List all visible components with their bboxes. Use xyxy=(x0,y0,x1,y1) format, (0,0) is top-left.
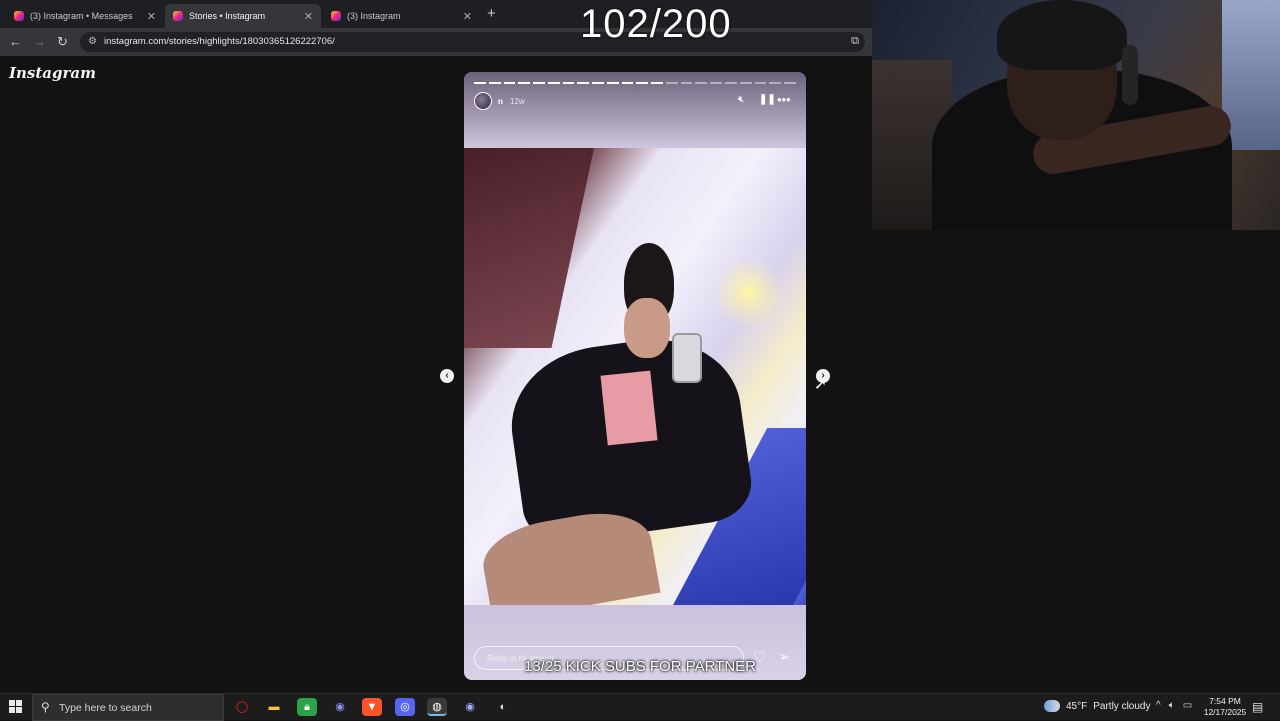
avatar[interactable] xyxy=(474,92,492,110)
progress-segment xyxy=(592,82,604,84)
progress-segment xyxy=(680,82,693,84)
progress-segment xyxy=(606,82,619,84)
photo-light-shape xyxy=(714,258,784,328)
story-username[interactable]: n xyxy=(498,97,503,106)
progress-segment xyxy=(547,82,560,84)
browser-tab-bar: (3) Instagram • Messages ✕ Stories • Ins… xyxy=(0,0,872,28)
more-options-icon[interactable]: ••• xyxy=(777,92,791,107)
progress-segment xyxy=(725,82,737,84)
photo-top-shape xyxy=(600,370,658,446)
close-tab-icon[interactable]: ✕ xyxy=(304,10,313,23)
brave-browser-icon[interactable]: ▼ xyxy=(362,698,382,716)
url-input[interactable]: ⚙ instagram.com/stories/highlights/18030… xyxy=(80,32,865,52)
progress-segment xyxy=(739,82,752,84)
pause-icon[interactable]: ❚❚ xyxy=(759,94,776,105)
search-icon: ⚲ xyxy=(41,700,50,714)
progress-segment xyxy=(636,82,649,84)
close-tab-icon[interactable]: ✕ xyxy=(463,10,472,23)
progress-segment xyxy=(621,82,634,84)
chevron-up-icon[interactable]: ^ xyxy=(1156,700,1161,711)
story-photo xyxy=(464,148,806,605)
site-info-icon[interactable]: ⚙ xyxy=(88,36,97,47)
notification-icon[interactable]: ▤ xyxy=(1252,700,1263,714)
install-app-icon[interactable]: ⧉ xyxy=(851,35,859,48)
instagram-logo[interactable]: Instagram xyxy=(9,64,96,82)
clock-date: 12/17/2025 xyxy=(1203,707,1247,717)
photo-door-shape xyxy=(464,148,594,348)
webcam-feed xyxy=(872,0,1280,230)
network-icon[interactable]: ▭ xyxy=(1183,700,1192,711)
progress-segment xyxy=(533,82,545,84)
story-timestamp: 12w xyxy=(510,97,525,106)
opera-browser-icon[interactable]: ◯ xyxy=(232,698,252,716)
discord-icon[interactable]: ◎ xyxy=(395,698,415,716)
photo-phone-shape xyxy=(672,333,702,383)
photo-legs-shape xyxy=(477,503,661,605)
progress-segment xyxy=(695,82,708,84)
stream-counter-overlay: 102/200 xyxy=(580,2,732,46)
close-tab-icon[interactable]: ✕ xyxy=(147,10,156,23)
weather-desc: Partly cloudy xyxy=(1093,700,1151,712)
progress-segment xyxy=(562,82,575,84)
tab-title: (3) Instagram • Messages xyxy=(30,11,133,21)
webcam-headset-shape xyxy=(1122,45,1138,105)
progress-segment xyxy=(488,82,501,84)
story-progress-bar xyxy=(474,82,796,84)
progress-segment xyxy=(754,82,767,84)
chrome-browser-icon[interactable]: ◍ xyxy=(427,698,447,716)
progress-segment xyxy=(503,82,516,84)
search-placeholder: Type here to search xyxy=(59,702,152,714)
photo-face-shape xyxy=(624,298,670,358)
file-explorer-icon[interactable]: ▬ xyxy=(264,698,284,716)
new-tab-plus-icon[interactable]: + xyxy=(487,5,496,22)
obs-studio-icon[interactable]: ◐ xyxy=(493,698,513,716)
story-viewer[interactable]: n 12w 🔇︎ ❚❚ ••• Reply to nii.amauri... ♡… xyxy=(464,72,806,680)
weather-widget[interactable]: 45°F Partly cloudy xyxy=(1044,700,1150,712)
progress-segment xyxy=(710,82,723,84)
reload-icon[interactable]: ↻ xyxy=(57,34,68,50)
app-icon[interactable]: ◉ xyxy=(330,698,350,716)
progress-segment xyxy=(665,82,678,84)
tab-stories-instagram[interactable]: Stories • Instagram ✕ xyxy=(165,4,321,28)
back-arrow-icon[interactable]: ← xyxy=(9,34,22,49)
progress-segment xyxy=(474,82,486,84)
tab-instagram-messages[interactable]: (3) Instagram • Messages ✕ xyxy=(6,4,164,28)
progress-segment xyxy=(784,82,796,84)
instagram-favicon-icon xyxy=(173,11,183,21)
forward-arrow-icon[interactable]: → xyxy=(33,34,46,49)
progress-segment xyxy=(769,82,782,84)
webcam-bonnet-shape xyxy=(997,0,1127,70)
lock-app-icon[interactable]: 🔒︎ xyxy=(297,698,317,716)
windows-start-icon[interactable] xyxy=(9,700,22,713)
url-text: instagram.com/stories/highlights/1803036… xyxy=(104,36,335,47)
send-icon[interactable]: ➢ xyxy=(779,649,790,665)
address-bar-row: ← → ↻ ⚙ instagram.com/stories/highlights… xyxy=(0,28,872,56)
windows-taskbar: ⚲ Type here to search ◯ ▬ 🔒︎ ◉ ▼ ◎ ◍ ◉ ◐… xyxy=(0,693,1280,721)
subs-goal-overlay: 13/25 KICK SUBS FOR PARTNER xyxy=(524,658,757,675)
taskbar-clock[interactable]: 7:54 PM 12/17/2025 xyxy=(1200,696,1250,718)
volume-icon[interactable]: 🔈︎ xyxy=(1169,700,1175,711)
app-icon[interactable]: ◉ xyxy=(460,698,480,716)
previous-story-button[interactable]: ‹ xyxy=(440,369,454,383)
tab-title: (3) Instagram xyxy=(347,11,401,21)
weather-temp: 45°F xyxy=(1066,700,1088,712)
progress-segment xyxy=(577,82,590,84)
system-tray: ^ 🔈︎ ▭ xyxy=(1156,700,1192,711)
partly-cloudy-icon xyxy=(1044,700,1060,712)
progress-segment xyxy=(518,82,531,84)
tab-instagram[interactable]: (3) Instagram ✕ xyxy=(323,4,480,28)
progress-segment xyxy=(651,82,663,84)
instagram-favicon-icon xyxy=(331,11,341,21)
taskbar-search-input[interactable]: ⚲ Type here to search xyxy=(32,694,224,721)
mouse-cursor-icon: ➚ xyxy=(814,376,828,393)
instagram-favicon-icon xyxy=(14,11,24,21)
mute-icon[interactable]: 🔇︎ xyxy=(738,94,744,105)
clock-time: 7:54 PM xyxy=(1209,696,1241,706)
tab-title: Stories • Instagram xyxy=(189,11,266,21)
